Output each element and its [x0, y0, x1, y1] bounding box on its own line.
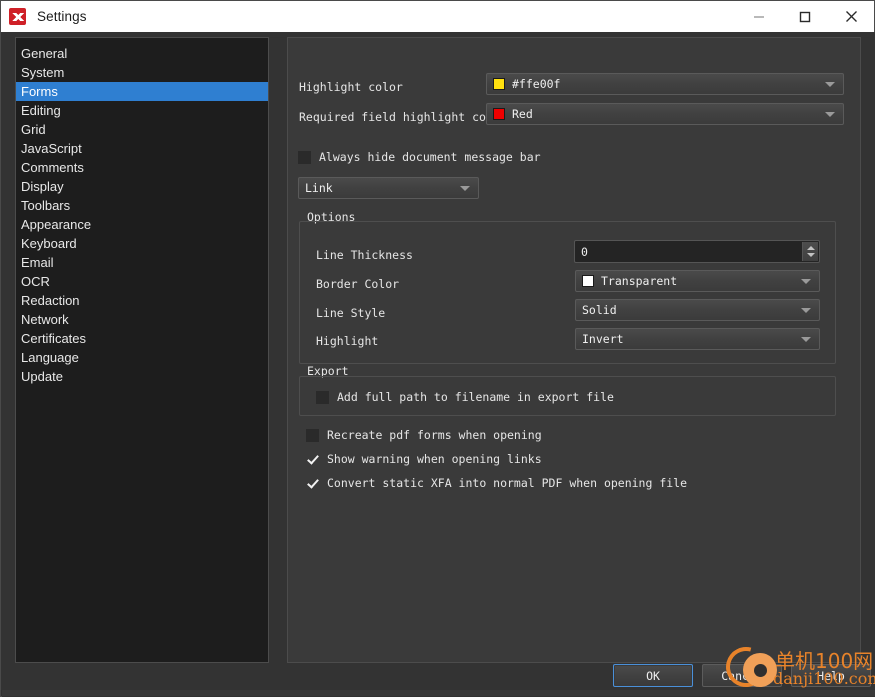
recreate-pdf-forms-label: Recreate pdf forms when opening	[327, 428, 542, 442]
line-style-value: Solid	[582, 303, 617, 317]
checkbox-box-icon	[316, 390, 329, 404]
sidebar-item-redaction[interactable]: Redaction	[16, 291, 268, 310]
forms-settings-panel: Highlight color #ffe00f Required field h…	[287, 37, 861, 663]
ok-button[interactable]: OK	[613, 664, 693, 687]
required-field-color-label: Required field highlight color	[299, 110, 507, 124]
field-type-value: Link	[305, 181, 333, 195]
sidebar-item-email[interactable]: Email	[16, 253, 268, 272]
sidebar-item-grid[interactable]: Grid	[16, 120, 268, 139]
minimize-icon[interactable]	[736, 1, 782, 32]
border-color-value: Transparent	[601, 274, 678, 288]
always-hide-message-bar-label: Always hide document message bar	[319, 150, 541, 164]
chevron-down-icon	[825, 82, 835, 87]
sidebar-item-ocr[interactable]: OCR	[16, 272, 268, 291]
dialog-body: General System Forms Editing Grid JavaSc…	[2, 32, 875, 697]
sidebar-item-display[interactable]: Display	[16, 177, 268, 196]
line-thickness-value: 0	[581, 244, 588, 259]
border-color-swatch	[582, 275, 594, 287]
chevron-down-icon	[801, 279, 811, 284]
highlight-color-value: #ffe00f	[512, 77, 561, 91]
field-type-combo[interactable]: Link	[298, 177, 479, 199]
chevron-down-icon	[801, 308, 811, 313]
spinner-up-icon[interactable]	[806, 246, 815, 250]
cancel-button[interactable]: Cancel	[702, 664, 782, 687]
chevron-down-icon	[460, 186, 470, 191]
title-bar: Settings	[1, 1, 874, 32]
highlight-value: Invert	[582, 332, 624, 346]
required-field-color-value: Red	[512, 107, 533, 121]
recreate-pdf-forms-checkbox[interactable]: Recreate pdf forms when opening	[306, 428, 542, 442]
highlight-color-combo[interactable]: #ffe00f	[486, 73, 844, 95]
checkbox-box-icon	[306, 428, 319, 442]
help-button[interactable]: Help	[791, 664, 871, 687]
line-style-combo[interactable]: Solid	[575, 299, 820, 321]
highlight-color-swatch	[493, 78, 505, 90]
spinner-down-icon[interactable]	[806, 253, 815, 257]
close-icon[interactable]	[828, 1, 874, 32]
border-color-combo[interactable]: Transparent	[575, 270, 820, 292]
checkmark-icon	[306, 477, 319, 490]
highlight-color-label: Highlight color	[299, 80, 403, 94]
maximize-icon[interactable]	[782, 1, 828, 32]
window-controls	[736, 1, 874, 32]
checkbox-box-icon	[298, 150, 311, 164]
sidebar-item-network[interactable]: Network	[16, 310, 268, 329]
checkmark-icon	[306, 453, 319, 466]
sidebar-item-comments[interactable]: Comments	[16, 158, 268, 177]
sidebar-item-general[interactable]: General	[16, 44, 268, 63]
border-color-label: Border Color	[316, 277, 400, 291]
required-field-color-swatch	[493, 108, 505, 120]
spinner-buttons[interactable]	[802, 242, 818, 261]
convert-xfa-checkbox[interactable]: Convert static XFA into normal PDF when …	[306, 476, 687, 490]
highlight-label: Highlight	[316, 334, 379, 348]
settings-window: Settings General System Forms Editing Gr…	[0, 0, 875, 697]
convert-xfa-label: Convert static XFA into normal PDF when …	[327, 476, 688, 490]
sidebar-item-appearance[interactable]: Appearance	[16, 215, 268, 234]
add-full-path-checkbox[interactable]: Add full path to filename in export file	[316, 390, 614, 404]
clipped-background-text	[285, 690, 289, 695]
line-thickness-label: Line Thickness	[316, 248, 413, 262]
required-field-color-combo[interactable]: Red	[486, 103, 844, 125]
sidebar-item-toolbars[interactable]: Toolbars	[16, 196, 268, 215]
settings-category-list[interactable]: General System Forms Editing Grid JavaSc…	[15, 37, 269, 663]
bottom-edge-strip	[2, 690, 875, 696]
window-title: Settings	[37, 9, 87, 24]
line-thickness-spinbox[interactable]: 0	[574, 240, 820, 263]
show-warning-links-checkbox[interactable]: Show warning when opening links	[306, 452, 542, 466]
chevron-down-icon	[801, 337, 811, 342]
chevron-down-icon	[825, 112, 835, 117]
sidebar-item-system[interactable]: System	[16, 63, 268, 82]
line-style-label: Line Style	[316, 306, 386, 320]
sidebar-item-language[interactable]: Language	[16, 348, 268, 367]
show-warning-links-label: Show warning when opening links	[327, 452, 542, 466]
sidebar-item-javascript[interactable]: JavaScript	[16, 139, 268, 158]
sidebar-item-certificates[interactable]: Certificates	[16, 329, 268, 348]
always-hide-message-bar-checkbox[interactable]: Always hide document message bar	[298, 150, 541, 164]
sidebar-item-forms[interactable]: Forms	[16, 82, 268, 101]
sidebar-item-keyboard[interactable]: Keyboard	[16, 234, 268, 253]
sidebar-item-update[interactable]: Update	[16, 367, 268, 386]
highlight-combo[interactable]: Invert	[575, 328, 820, 350]
add-full-path-label: Add full path to filename in export file	[337, 390, 614, 404]
app-logo-icon	[9, 8, 26, 25]
sidebar-item-editing[interactable]: Editing	[16, 101, 268, 120]
